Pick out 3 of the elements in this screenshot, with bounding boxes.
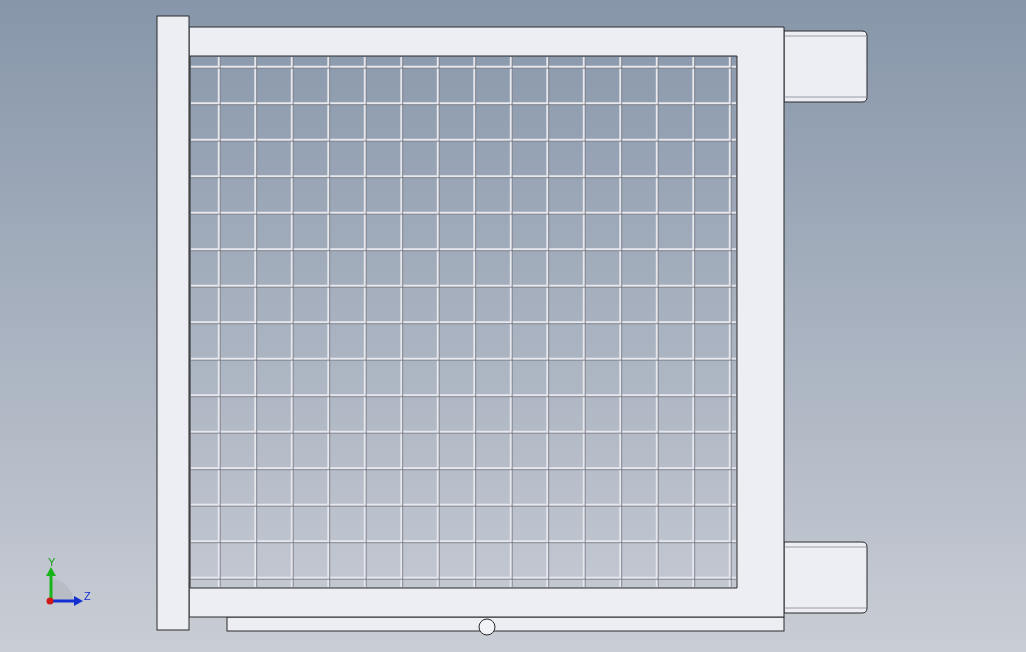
z-axis-label: Z xyxy=(84,590,91,602)
y-axis-label: Y xyxy=(48,556,56,568)
axis-triad-icon xyxy=(46,567,83,606)
